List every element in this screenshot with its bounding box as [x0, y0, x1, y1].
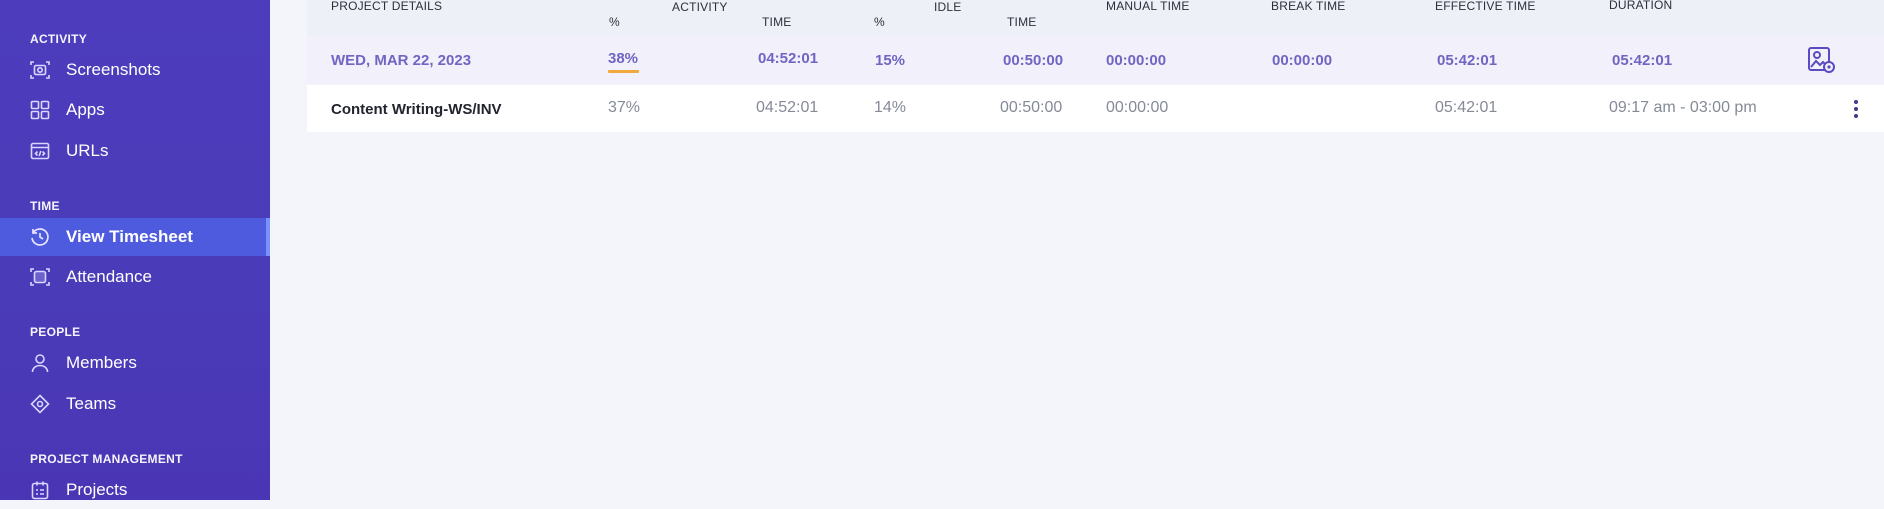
sidebar-item-projects[interactable]: Projects [0, 471, 270, 509]
more-options-icon[interactable] [1853, 99, 1859, 124]
projects-icon [29, 479, 51, 501]
sidebar-item-label: Screenshots [66, 60, 161, 79]
sidebar-item-view-timesheet[interactable]: View Timesheet [0, 218, 270, 256]
row-activity-pct: 38% [608, 50, 639, 67]
project-activity-pct: 37% [608, 99, 641, 116]
project-name: Content Writing-WS/INV [331, 101, 502, 118]
sidebar-item-members[interactable]: Members [0, 344, 270, 382]
project-effective-time: 05:42:01 [1435, 99, 1498, 116]
sidebar-item-label: View Timesheet [66, 227, 193, 246]
timesheet-clock-icon [29, 226, 51, 248]
row-idle-pct: 15% [875, 52, 906, 69]
view-screenshots-icon[interactable] [1807, 46, 1835, 79]
section-title-time: TIME [30, 199, 60, 213]
header-idle-pct: % [874, 15, 885, 29]
sidebar-item-apps[interactable]: Apps [0, 91, 270, 129]
section-title-activity: ACTIVITY [30, 32, 88, 46]
project-manual-time: 00:00:00 [1106, 99, 1169, 116]
table-row-project: Content Writing-WS/INV 37% 04:52:01 14% … [307, 85, 1884, 132]
project-idle-time: 00:50:00 [1000, 99, 1063, 116]
header-effective-time: EFFECTIVE TIME [1435, 0, 1536, 13]
sidebar-item-teams[interactable]: Teams [0, 385, 270, 423]
screenshot-icon [29, 59, 51, 81]
project-activity-time: 04:52:01 [756, 99, 819, 116]
section-title-people: PEOPLE [30, 325, 81, 339]
url-browser-icon [29, 140, 51, 162]
sidebar-item-attendance[interactable]: Attendance [0, 258, 270, 296]
header-break-time: BREAK TIME [1271, 0, 1346, 13]
header-activity: ACTIVITY [672, 0, 728, 14]
table-header: PROJECT DETAILS % ACTIVITY TIME % IDLE T… [307, 0, 1884, 36]
header-project-details: PROJECT DETAILS [331, 0, 443, 13]
sidebar-item-label: Attendance [66, 267, 153, 286]
timesheet-main: PROJECT DETAILS % ACTIVITY TIME % IDLE T… [270, 0, 1884, 500]
apps-grid-icon [29, 99, 51, 121]
attendance-icon [29, 266, 51, 288]
user-icon [29, 352, 51, 374]
activity-underline [608, 70, 639, 73]
sidebar-item-urls[interactable]: URLs [0, 132, 270, 170]
header-activity-pct: % [609, 15, 620, 29]
sidebar-item-label: Projects [66, 480, 128, 499]
section-title-project-management: PROJECT MANAGEMENT [30, 452, 183, 466]
project-duration: 09:17 am - 03:00 pm [1609, 99, 1757, 116]
header-manual-time: MANUAL TIME [1106, 0, 1190, 13]
sidebar-item-screenshots[interactable]: Screenshots [0, 51, 270, 89]
header-idle-time: TIME [1007, 15, 1037, 29]
row-date-label: WED, MAR 22, 2023 [331, 52, 472, 69]
row-manual-time: 00:00:00 [1106, 52, 1167, 69]
sidebar-item-label: Teams [66, 394, 117, 413]
header-idle: IDLE [934, 0, 962, 14]
table-row-date: WED, MAR 22, 2023 38% 04:52:01 15% 00:50… [307, 36, 1884, 84]
header-activity-time: TIME [762, 15, 792, 29]
sidebar-item-label: Members [66, 353, 137, 372]
teams-icon [29, 393, 51, 415]
sidebar-item-label: Apps [66, 100, 105, 119]
sidebar-item-label: URLs [66, 141, 109, 160]
sidebar: ACTIVITY Screenshots Apps URLs TIME View… [0, 0, 270, 500]
header-duration: DURATION [1609, 0, 1673, 12]
row-activity-time: 04:52:01 [758, 50, 819, 67]
row-break-time: 00:00:00 [1272, 52, 1333, 69]
row-duration: 05:42:01 [1612, 52, 1673, 69]
row-idle-time: 00:50:00 [1003, 52, 1064, 69]
row-effective-time: 05:42:01 [1437, 52, 1498, 69]
project-idle-pct: 14% [874, 99, 907, 116]
